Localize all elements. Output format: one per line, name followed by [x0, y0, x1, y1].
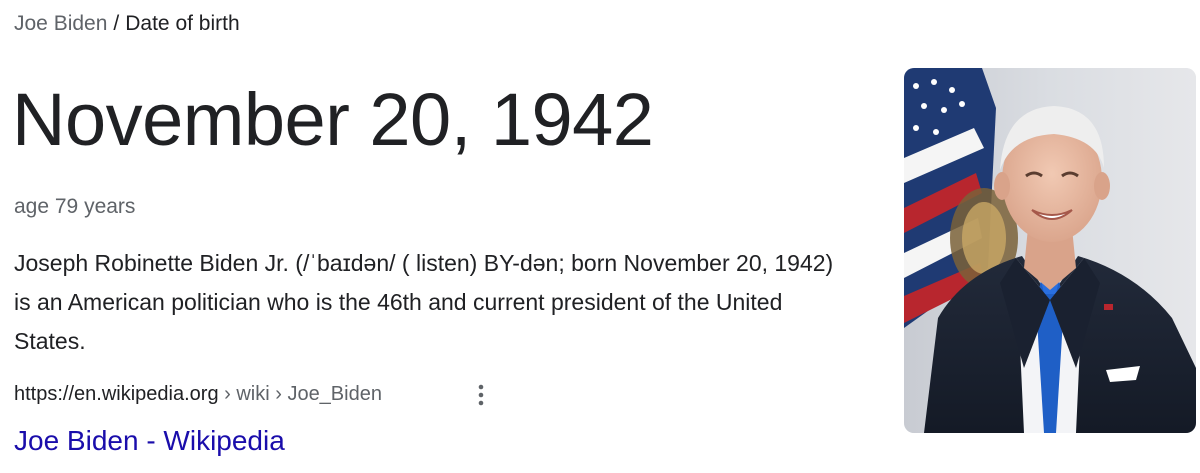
- breadcrumb-parent-link[interactable]: Joe Biden: [14, 12, 107, 35]
- breadcrumb-current: Date of birth: [125, 12, 240, 35]
- source-url[interactable]: https://en.wikipedia.org › wiki › Joe_Bi…: [14, 380, 382, 408]
- snippet-text-start: Joseph Robinette Biden Jr. (/ˈbaɪdən/ (: [14, 250, 410, 276]
- source-domain: https://en.wikipedia.org: [14, 383, 219, 405]
- description-snippet: Joseph Robinette Biden Jr. (/ˈbaɪdən/ ( …: [14, 244, 854, 361]
- more-vert-icon[interactable]: [472, 382, 490, 408]
- result-title-link[interactable]: Joe Biden - Wikipedia: [14, 423, 285, 459]
- source-path: › wiki › Joe_Biden: [218, 383, 382, 405]
- portrait-image[interactable]: [904, 68, 1196, 433]
- breadcrumb-separator: /: [113, 12, 120, 35]
- answer-age: age 79 years: [14, 195, 136, 218]
- breadcrumb: Joe Biden / Date of birth: [14, 10, 240, 38]
- answer-date: November 20, 1942: [12, 78, 654, 161]
- listen-link[interactable]: listen): [410, 250, 477, 276]
